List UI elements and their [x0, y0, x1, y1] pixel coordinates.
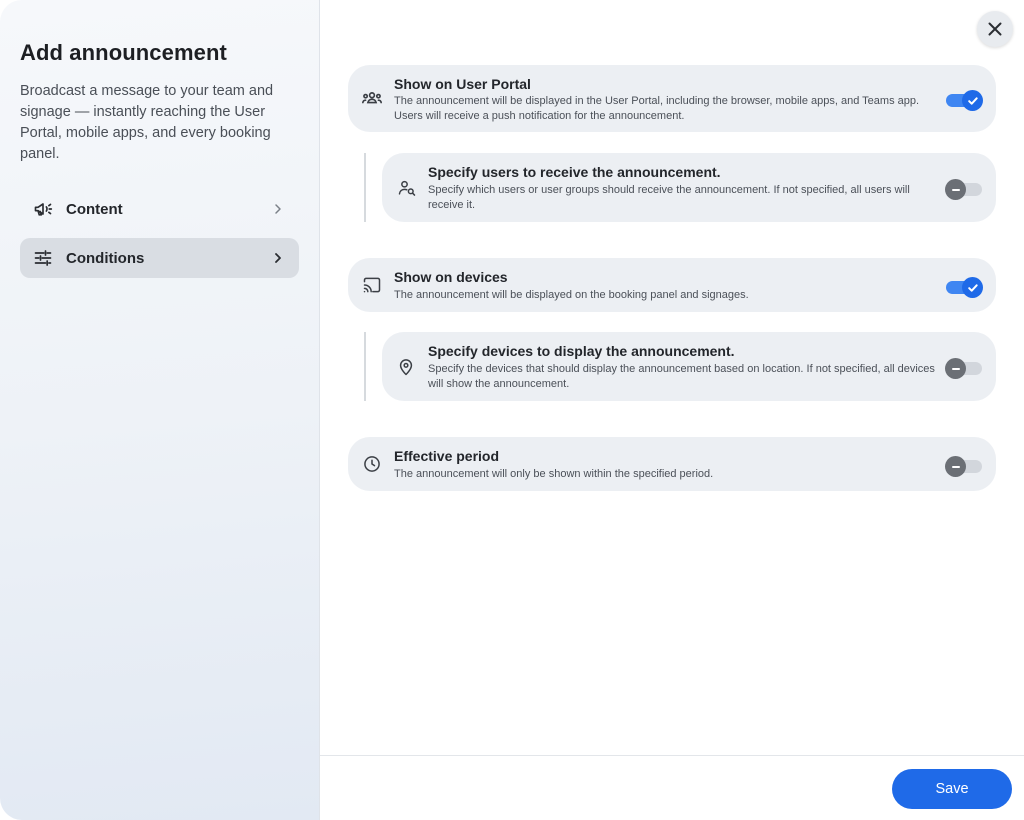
- minus-icon: [945, 179, 966, 200]
- card-description: The announcement will be displayed on th…: [394, 289, 749, 301]
- megaphone-icon: [32, 198, 54, 220]
- devices-card: Show on devices The announcement will be…: [348, 258, 996, 312]
- add-announcement-dialog: Add announcement Broadcast a message to …: [0, 0, 1024, 820]
- nav-item-label: Content: [66, 200, 123, 218]
- indent-line: [364, 153, 366, 222]
- card-description: Specify the devices that should display …: [428, 363, 935, 390]
- close-icon: [987, 21, 1003, 37]
- close-button[interactable]: [977, 11, 1013, 47]
- specify-users-card: Specify users to receive the announcemen…: [382, 153, 996, 222]
- user-search-icon: [396, 177, 418, 199]
- user-portal-card: Show on User Portal The announcement wil…: [348, 65, 996, 132]
- effective-period-toggle[interactable]: [945, 456, 982, 477]
- card-description: The announcement will only be shown with…: [394, 468, 714, 480]
- dialog-title: Add announcement: [20, 40, 227, 65]
- dialog-description: Broadcast a message to your team and sig…: [20, 83, 274, 162]
- card-title: Show on devices: [394, 269, 508, 285]
- check-icon: [962, 277, 983, 298]
- specify-devices-card: Specify devices to display the announcem…: [382, 332, 996, 401]
- chevron-right-icon: [271, 202, 285, 216]
- conditions-panel: Show on User Portal The announcement wil…: [320, 0, 1024, 820]
- nav-item-label: Conditions: [66, 249, 145, 267]
- minus-icon: [945, 358, 966, 379]
- nav-item-conditions[interactable]: Conditions: [20, 238, 299, 278]
- people-icon: [361, 87, 383, 109]
- clock-icon: [361, 453, 383, 475]
- location-pin-icon: [395, 356, 417, 378]
- indent-line: [364, 332, 366, 401]
- card-title: Specify users to receive the announcemen…: [428, 164, 721, 180]
- minus-icon: [945, 456, 966, 477]
- card-title: Show on User Portal: [394, 76, 531, 92]
- cast-icon: [361, 274, 383, 296]
- devices-toggle[interactable]: [946, 277, 983, 298]
- save-button[interactable]: Save: [892, 769, 1012, 809]
- card-title: Effective period: [394, 448, 500, 464]
- effective-period-card: Effective period The announcement will o…: [348, 437, 996, 491]
- chevron-right-icon: [271, 251, 285, 265]
- card-title: Specify devices to display the announcem…: [428, 343, 735, 359]
- card-description: The announcement will be displayed in th…: [394, 95, 920, 122]
- dialog-footer: Save: [320, 755, 1024, 820]
- specify-users-toggle[interactable]: [945, 179, 982, 200]
- nav-item-content[interactable]: Content: [20, 189, 299, 229]
- card-description: Specify which users or user groups shoul…: [428, 184, 910, 211]
- check-icon: [962, 90, 983, 111]
- user-portal-toggle[interactable]: [946, 90, 983, 111]
- sliders-icon: [32, 247, 54, 269]
- specify-devices-toggle[interactable]: [945, 358, 982, 379]
- sidebar: Add announcement Broadcast a message to …: [0, 0, 320, 820]
